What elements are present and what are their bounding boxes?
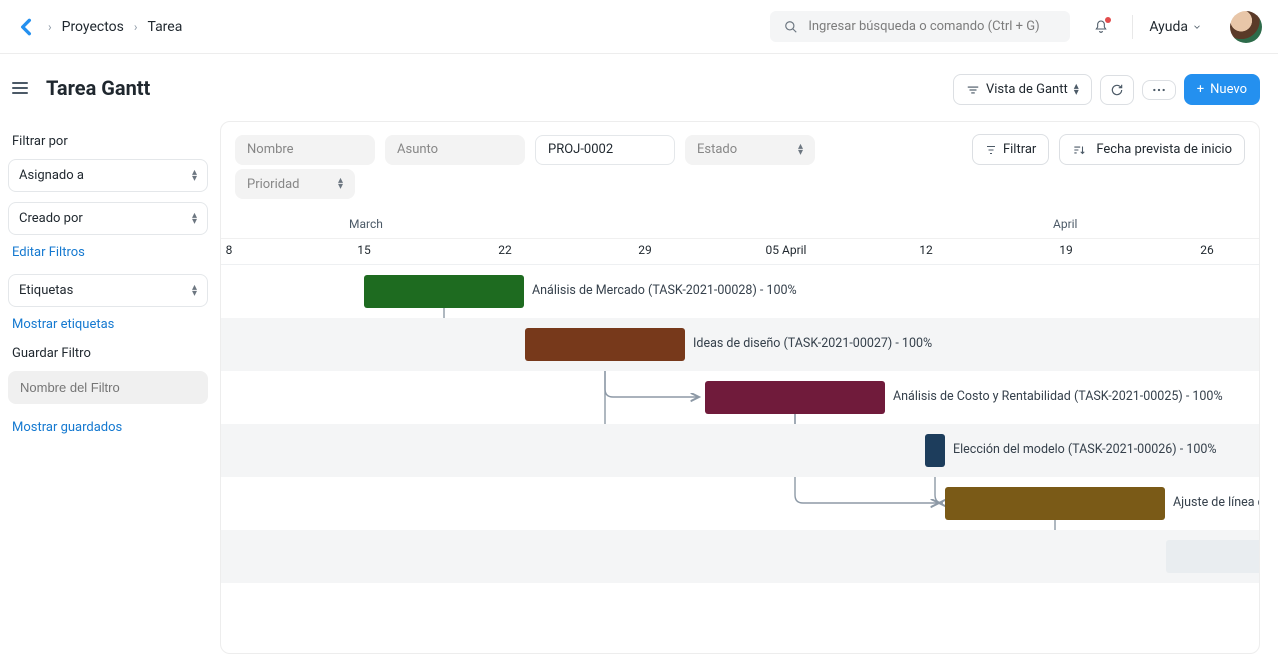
filter-icon <box>985 144 997 156</box>
gantt-day-label: 8 <box>226 243 233 257</box>
gantt-bar[interactable] <box>364 275 524 308</box>
chevron-right-icon: › <box>134 20 138 34</box>
gantt-bar[interactable] <box>945 487 1165 520</box>
project-filter[interactable]: PROJ-0002 <box>535 135 675 165</box>
show-saved-link[interactable]: Mostrar guardados <box>12 420 208 435</box>
show-tags-link[interactable]: Mostrar etiquetas <box>12 317 208 332</box>
gantt-row: Elección del modelo (TASK-2021-00026) - … <box>221 424 1259 477</box>
gantt-day-label: 15 <box>357 243 371 257</box>
gantt-day-label: 05 April <box>766 243 807 257</box>
priority-filter[interactable]: Prioridad ▴▾ <box>235 169 355 199</box>
avatar[interactable] <box>1230 11 1262 43</box>
name-filter[interactable]: Nombre <box>235 135 375 165</box>
plus-icon: + <box>1197 82 1204 97</box>
filter-button[interactable]: Filtrar <box>972 134 1049 165</box>
more-button[interactable] <box>1142 80 1176 100</box>
gantt-day-label: 29 <box>638 243 652 257</box>
gantt-month-row: March April <box>221 213 1259 239</box>
gantt-bar[interactable] <box>1166 540 1259 573</box>
chevron-right-icon: › <box>48 20 52 34</box>
project-filter-value: PROJ-0002 <box>548 142 613 157</box>
content: Vista de Gantt ▴▾ + Nuevo Nombre Asunto … <box>220 54 1278 663</box>
sidebar: Tarea Gantt Filtrar por Asignado a ▴▾ Cr… <box>0 54 220 663</box>
search-placeholder: Ingresar búsqueda o comando (Ctrl + G) <box>808 19 1039 34</box>
gantt-bar[interactable] <box>525 328 685 361</box>
logo-icon <box>16 17 36 37</box>
gantt-row <box>221 530 1259 583</box>
sort-label: Fecha prevista de inicio <box>1096 142 1232 157</box>
tags-select[interactable]: Etiquetas ▴▾ <box>8 274 208 307</box>
gantt-panel: Nombre Asunto PROJ-0002 Estado ▴▾ Filtra… <box>220 121 1260 654</box>
new-button[interactable]: + Nuevo <box>1184 74 1260 105</box>
filter-button-label: Filtrar <box>1003 142 1036 157</box>
chevron-down-icon <box>1192 22 1202 32</box>
divider <box>1132 15 1133 39</box>
gantt-bar-label: Análisis de Mercado (TASK-2021-00028) - … <box>532 283 797 298</box>
subject-filter-label: Asunto <box>397 142 438 157</box>
sort-button[interactable]: Fecha prevista de inicio <box>1059 134 1245 165</box>
gantt-day-row: 8 15 22 29 05 April 12 19 26 <box>221 239 1259 265</box>
select-arrows-icon: ▴▾ <box>1074 84 1079 96</box>
notifications-button[interactable] <box>1092 18 1110 36</box>
select-arrows-icon: ▴▾ <box>192 170 197 182</box>
gantt-row: Análisis de Costo y Rentabilidad (TASK-2… <box>221 371 1259 424</box>
name-filter-label: Nombre <box>247 142 294 157</box>
search-input[interactable]: Ingresar búsqueda o comando (Ctrl + G) <box>770 11 1070 42</box>
select-arrows-icon: ▴▾ <box>338 178 343 190</box>
gantt-row: Ajuste de línea d <box>221 477 1259 530</box>
topbar: › Proyectos › Tarea Ingresar búsqueda o … <box>0 0 1278 54</box>
gantt-row: Ideas de diseño (TASK-2021-00027) - 100% <box>221 318 1259 371</box>
breadcrumb-item[interactable]: Proyectos <box>62 19 124 35</box>
sort-icon <box>1072 143 1086 157</box>
gantt-bar[interactable] <box>925 434 945 467</box>
status-filter[interactable]: Estado ▴▾ <box>685 135 815 165</box>
page-title: Tarea Gantt <box>46 76 150 100</box>
tags-label: Etiquetas <box>19 283 73 298</box>
view-icon <box>966 83 980 97</box>
select-arrows-icon: ▴▾ <box>192 213 197 225</box>
gantt-bar-label: Ideas de diseño (TASK-2021-00027) - 100% <box>693 336 932 351</box>
status-filter-label: Estado <box>697 142 737 157</box>
gantt-month-label: April <box>1053 217 1077 231</box>
gantt-bar-label: Ajuste de línea d <box>1173 495 1259 510</box>
gantt-day-label: 12 <box>919 243 933 257</box>
refresh-icon <box>1110 83 1124 97</box>
search-icon <box>784 20 798 34</box>
filter-name-input[interactable] <box>8 371 208 404</box>
help-label: Ayuda <box>1149 19 1188 35</box>
breadcrumb: › Proyectos › Tarea <box>48 19 182 35</box>
gantt-day-label: 19 <box>1059 243 1073 257</box>
gantt-body: Análisis de Mercado (TASK-2021-00028) - … <box>221 265 1259 583</box>
dots-icon <box>1152 88 1166 92</box>
gantt-row: Análisis de Mercado (TASK-2021-00028) - … <box>221 265 1259 318</box>
subject-filter[interactable]: Asunto <box>385 135 525 165</box>
view-label: Vista de Gantt <box>986 82 1068 97</box>
assigned-to-label: Asignado a <box>19 168 84 183</box>
menu-icon[interactable] <box>8 78 32 98</box>
select-arrows-icon: ▴▾ <box>798 144 803 156</box>
gantt-bar[interactable] <box>705 381 885 414</box>
view-switcher[interactable]: Vista de Gantt ▴▾ <box>953 74 1092 105</box>
gantt-day-label: 26 <box>1200 243 1214 257</box>
created-by-select[interactable]: Creado por ▴▾ <box>8 202 208 235</box>
select-arrows-icon: ▴▾ <box>192 285 197 297</box>
gantt-month-label: March <box>349 217 383 231</box>
assigned-to-select[interactable]: Asignado a ▴▾ <box>8 159 208 192</box>
filter-by-label: Filtrar por <box>12 134 208 149</box>
edit-filters-link[interactable]: Editar Filtros <box>12 245 208 260</box>
gantt-day-label: 22 <box>498 243 512 257</box>
save-filter-label: Guardar Filtro <box>12 346 208 361</box>
priority-filter-label: Prioridad <box>247 177 299 192</box>
help-menu[interactable]: Ayuda <box>1149 19 1202 35</box>
refresh-button[interactable] <box>1100 75 1134 105</box>
gantt-bar-label: Análisis de Costo y Rentabilidad (TASK-2… <box>893 389 1223 404</box>
breadcrumb-item[interactable]: Tarea <box>147 19 182 35</box>
gantt-chart[interactable]: March April 8 15 22 29 05 April 12 19 26 Análisi… <box>221 213 1259 653</box>
gantt-bar-label: Elección del modelo (TASK-2021-00026) - … <box>953 442 1217 457</box>
notification-dot-icon <box>1105 17 1111 23</box>
created-by-label: Creado por <box>19 211 83 226</box>
new-label: Nuevo <box>1210 82 1247 97</box>
